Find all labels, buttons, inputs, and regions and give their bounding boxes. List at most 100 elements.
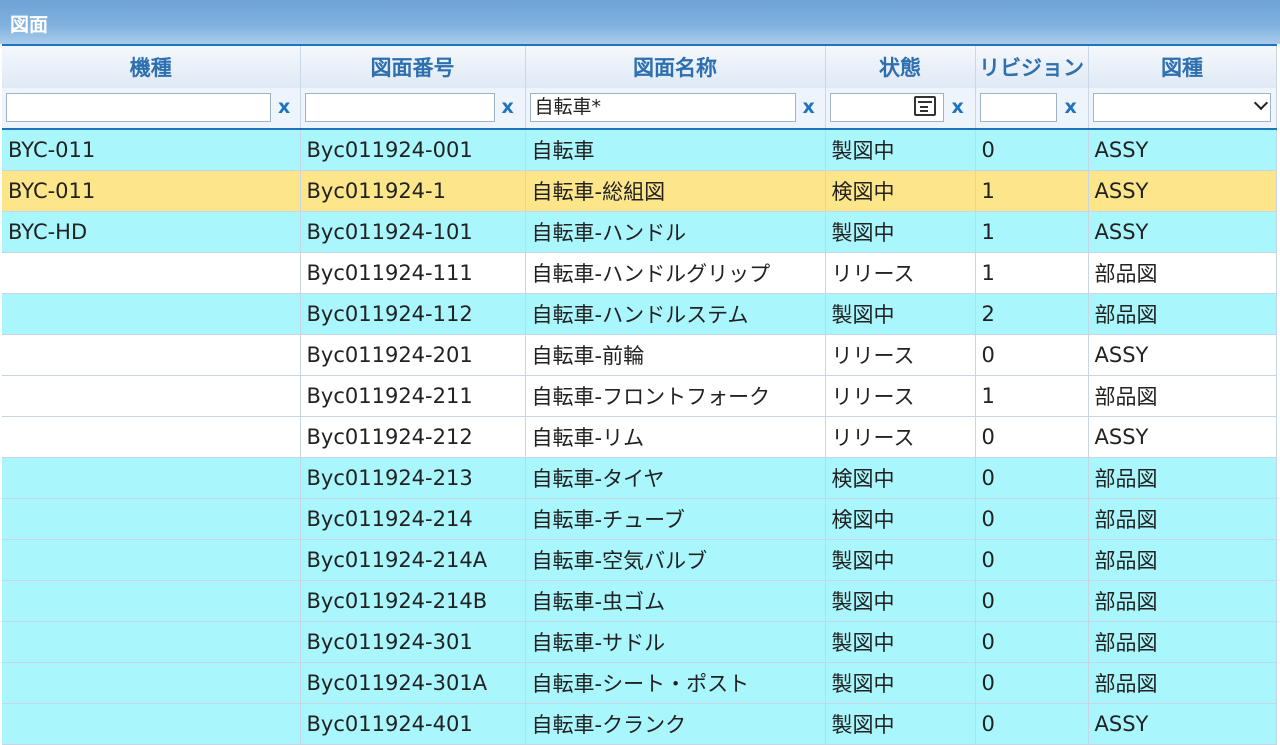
column-header-drawing-number[interactable]: 図面番号 xyxy=(300,44,526,88)
clear-filter-model-icon[interactable]: x xyxy=(278,96,290,118)
cell-drawing-name: 自転車-クランク xyxy=(525,703,826,745)
cell-drawing-number: Byc011924-213 xyxy=(300,457,526,499)
clear-filter-status-icon[interactable]: x xyxy=(952,96,964,118)
cell-type: 部品図 xyxy=(1088,662,1277,704)
cell-model xyxy=(2,293,301,335)
cell-drawing-name: 自転車-タイヤ xyxy=(525,457,826,499)
cell-type: 部品図 xyxy=(1088,293,1277,335)
table-row[interactable]: Byc011924-212 自転車-リム リリース 0 ASSY xyxy=(2,416,1277,458)
cell-type: ASSY xyxy=(1088,170,1277,212)
cell-model xyxy=(2,457,301,499)
cell-drawing-number: Byc011924-401 xyxy=(300,703,526,745)
filter-cell-drawing-number: x xyxy=(300,88,526,130)
grid-body: BYC-011 Byc011924-001 自転車 製図中 0 ASSY BYC… xyxy=(2,129,1277,745)
cell-type: 部品図 xyxy=(1088,252,1277,294)
cell-status: 検図中 xyxy=(825,457,976,499)
column-header-type[interactable]: 図種 xyxy=(1088,44,1277,88)
cell-revision: 1 xyxy=(975,170,1089,212)
table-row[interactable]: Byc011924-214 自転車-チューブ 検図中 0 部品図 xyxy=(2,498,1277,540)
cell-status: リリース xyxy=(825,375,976,417)
filter-input-model[interactable] xyxy=(6,93,271,122)
cell-drawing-number: Byc011924-001 xyxy=(300,129,526,171)
cell-status: リリース xyxy=(825,416,976,458)
cell-type: 部品図 xyxy=(1088,580,1277,622)
cell-drawing-number: Byc011924-214 xyxy=(300,498,526,540)
filter-cell-status: x xyxy=(825,88,976,130)
table-row[interactable]: Byc011924-301A 自転車-シート・ポスト 製図中 0 部品図 xyxy=(2,662,1277,704)
filter-input-drawing-number[interactable] xyxy=(304,93,495,122)
header-row: 機種 図面番号 図面名称 状態 リビジョン 図種 xyxy=(2,44,1277,88)
cell-revision: 0 xyxy=(975,334,1089,376)
cell-drawing-name: 自転車-ハンドル xyxy=(525,211,826,253)
cell-status: 製図中 xyxy=(825,539,976,581)
table-row[interactable]: Byc011924-112 自転車-ハンドルステム 製図中 2 部品図 xyxy=(2,293,1277,335)
clear-filter-revision-icon[interactable]: x xyxy=(1065,96,1077,118)
table-row[interactable]: Byc011924-301 自転車-サドル 製図中 0 部品図 xyxy=(2,621,1277,663)
cell-drawing-name: 自転車-シート・ポスト xyxy=(525,662,826,704)
cell-revision: 0 xyxy=(975,498,1089,540)
calendar-icon[interactable] xyxy=(913,96,936,116)
cell-model xyxy=(2,539,301,581)
cell-status: 製図中 xyxy=(825,211,976,253)
cell-revision: 0 xyxy=(975,457,1089,499)
filter-cell-drawing-name: 自転車* x xyxy=(525,88,826,130)
cell-model xyxy=(2,334,301,376)
column-header-drawing-name[interactable]: 図面名称 xyxy=(525,44,826,88)
cell-drawing-name: 自転車-サドル xyxy=(525,621,826,663)
window-titlebar: 図面 xyxy=(0,0,1280,44)
table-row[interactable]: Byc011924-111 自転車-ハンドルグリップ リリース 1 部品図 xyxy=(2,252,1277,294)
cell-type: ASSY xyxy=(1088,334,1277,376)
filter-input-revision[interactable] xyxy=(979,93,1057,122)
cell-model xyxy=(2,580,301,622)
table-row[interactable]: BYC-011 Byc011924-001 自転車 製図中 0 ASSY xyxy=(2,129,1277,171)
cell-drawing-number: Byc011924-301 xyxy=(300,621,526,663)
cell-revision: 0 xyxy=(975,621,1089,663)
table-row[interactable]: Byc011924-214A 自転車-空気バルブ 製図中 0 部品図 xyxy=(2,539,1277,581)
table-row[interactable]: Byc011924-214B 自転車-虫ゴム 製図中 0 部品図 xyxy=(2,580,1277,622)
cell-status: 検図中 xyxy=(825,170,976,212)
cell-model: BYC-011 xyxy=(2,170,301,212)
cell-model xyxy=(2,498,301,540)
cell-drawing-number: Byc011924-101 xyxy=(300,211,526,253)
column-header-status[interactable]: 状態 xyxy=(825,44,976,88)
cell-type: 部品図 xyxy=(1088,621,1277,663)
cell-status: 製図中 xyxy=(825,621,976,663)
cell-drawing-number: Byc011924-301A xyxy=(300,662,526,704)
cell-drawing-name: 自転車-ハンドルグリップ xyxy=(525,252,826,294)
cell-revision: 1 xyxy=(975,375,1089,417)
drawing-grid: 機種 図面番号 図面名称 状態 リビジョン 図種 x x 自転車* x x x … xyxy=(2,44,1277,745)
clear-filter-drawing-number-icon[interactable]: x xyxy=(502,96,514,118)
filter-cell-type xyxy=(1088,88,1277,130)
table-row[interactable]: Byc011924-211 自転車-フロントフォーク リリース 1 部品図 xyxy=(2,375,1277,417)
table-row[interactable]: BYC-011 Byc011924-1 自転車-総組図 検図中 1 ASSY xyxy=(2,170,1277,212)
cell-drawing-number: Byc011924-211 xyxy=(300,375,526,417)
table-row[interactable]: Byc011924-401 自転車-クランク 製図中 0 ASSY xyxy=(2,703,1277,745)
table-row[interactable]: Byc011924-213 自転車-タイヤ 検図中 0 部品図 xyxy=(2,457,1277,499)
filter-cell-revision: x xyxy=(975,88,1089,130)
column-header-model[interactable]: 機種 xyxy=(2,44,301,88)
cell-drawing-name: 自転車 xyxy=(525,129,826,171)
cell-drawing-number: Byc011924-112 xyxy=(300,293,526,335)
filter-select-type[interactable] xyxy=(1092,93,1271,122)
cell-drawing-name: 自転車-総組図 xyxy=(525,170,826,212)
filter-input-drawing-name[interactable]: 自転車* xyxy=(529,93,796,122)
cell-drawing-number: Byc011924-201 xyxy=(300,334,526,376)
cell-status: 製図中 xyxy=(825,662,976,704)
cell-revision: 0 xyxy=(975,662,1089,704)
cell-type: 部品図 xyxy=(1088,498,1277,540)
window-title: 図面 xyxy=(10,14,49,36)
column-header-revision[interactable]: リビジョン xyxy=(975,44,1089,88)
cell-type: ASSY xyxy=(1088,416,1277,458)
cell-status: 製図中 xyxy=(825,580,976,622)
cell-status: リリース xyxy=(825,252,976,294)
cell-drawing-name: 自転車-リム xyxy=(525,416,826,458)
cell-model xyxy=(2,703,301,745)
cell-model xyxy=(2,252,301,294)
cell-drawing-number: Byc011924-214A xyxy=(300,539,526,581)
cell-revision: 0 xyxy=(975,129,1089,171)
cell-type: 部品図 xyxy=(1088,457,1277,499)
table-row[interactable]: BYC-HD Byc011924-101 自転車-ハンドル 製図中 1 ASSY xyxy=(2,211,1277,253)
table-row[interactable]: Byc011924-201 自転車-前輪 リリース 0 ASSY xyxy=(2,334,1277,376)
clear-filter-drawing-name-icon[interactable]: x xyxy=(803,96,815,118)
cell-model: BYC-HD xyxy=(2,211,301,253)
